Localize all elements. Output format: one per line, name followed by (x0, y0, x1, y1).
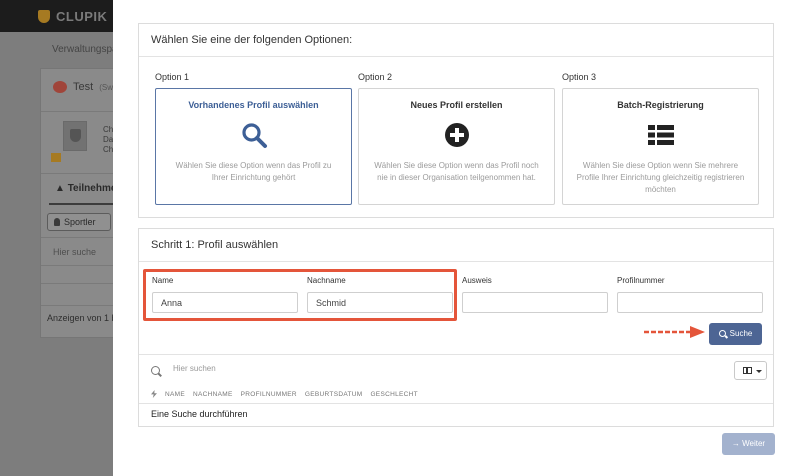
ausweis-field[interactable] (462, 292, 608, 313)
card-info-line: Da (103, 135, 114, 144)
profilnummer-field[interactable] (617, 292, 763, 313)
option-description: Wählen Sie diese Option wenn das Profil … (374, 161, 539, 182)
table-search-input[interactable]: Hier suchen (173, 364, 216, 373)
column-header[interactable]: NAME (165, 391, 185, 398)
logo-shield-icon (38, 10, 50, 23)
option-title: Vorhandenes Profil auswählen (188, 100, 319, 110)
search-icon (718, 330, 726, 337)
card-title: Test (Swi (53, 81, 115, 93)
sportler-button[interactable]: Sportler (47, 213, 111, 231)
logo-text: CLUPIK (56, 9, 108, 24)
next-button-label: Weiter (742, 439, 766, 448)
table-row: Eine Suche durchführen (139, 403, 773, 427)
modal-dialog: Wählen Sie eine der folgenden Optionen: … (113, 0, 800, 476)
option-title: Neues Profil erstellen (410, 100, 503, 110)
option-existing-profile[interactable]: Vorhandenes Profil auswählen Wählen Sie … (155, 88, 352, 205)
option-3-label: Option 3 (562, 72, 597, 82)
table-search-row: Hier suchen (139, 354, 773, 386)
option-description: Wählen Sie diese Option wenn das Profil … (175, 161, 332, 182)
plus-circle-icon (445, 123, 469, 147)
option-title: Batch-Registrierung (617, 100, 704, 110)
search-icon (151, 366, 160, 375)
card-title-text: Test (73, 81, 94, 93)
tab-teilnehmer[interactable]: ▲ Teilnehmer (55, 183, 120, 194)
chevron-down-icon (756, 370, 762, 373)
highlight-annotation (143, 269, 457, 321)
columns-toggle-button[interactable] (734, 361, 767, 380)
bolt-icon (151, 390, 157, 398)
card-info-line: Ch (103, 125, 114, 134)
option-description: Wählen Sie diese Option wenn Sie mehrere… (576, 161, 745, 194)
table-header: NAME NACHNAME PROFILNUMMER GEBURTSDATUM … (139, 386, 773, 402)
search-button-label: Suche (729, 329, 753, 338)
team-logo-icon (53, 81, 67, 93)
options-panel: Wählen Sie eine der folgenden Optionen: … (138, 23, 774, 218)
ausweis-label: Ausweis (462, 276, 492, 285)
column-header[interactable]: PROFILNUMMER (241, 391, 297, 398)
search-icon (242, 123, 267, 148)
tab-underline (49, 203, 115, 205)
column-header[interactable]: GEBURTSDATUM (305, 391, 363, 398)
card-info: Ch Da Ch (103, 125, 113, 155)
option-new-profile[interactable]: Neues Profil erstellen Wählen Sie diese … (358, 88, 555, 205)
list-icon (648, 125, 674, 145)
option-1-label: Option 1 (155, 72, 190, 82)
step-header: Schritt 1: Profil auswählen (139, 229, 773, 262)
step-panel: Schritt 1: Profil auswählen Name Nachnam… (138, 228, 774, 427)
option-2-label: Option 2 (358, 72, 393, 82)
app-logo: CLUPIK (38, 9, 107, 24)
option-batch-registration[interactable]: Batch-Registrierung Wählen Sie diese Opt… (562, 88, 759, 205)
options-header: Wählen Sie eine der folgenden Optionen: (139, 24, 773, 57)
badge-icon (63, 121, 87, 151)
background-footer: Anzeigen von 1 bi (47, 313, 119, 323)
card-info-line: Ch (103, 145, 114, 154)
column-header[interactable]: GESCHLECHT (370, 391, 417, 398)
background-search[interactable]: Hier suche (53, 247, 96, 257)
red-arrow-annotation (644, 326, 705, 338)
columns-icon (743, 367, 752, 374)
search-button[interactable]: Suche (709, 323, 762, 345)
next-button[interactable]: → Weiter (722, 433, 775, 455)
column-header[interactable]: NACHNAME (193, 391, 233, 398)
tag-icon (51, 153, 61, 162)
profilnummer-label: Profilnummer (617, 276, 665, 285)
